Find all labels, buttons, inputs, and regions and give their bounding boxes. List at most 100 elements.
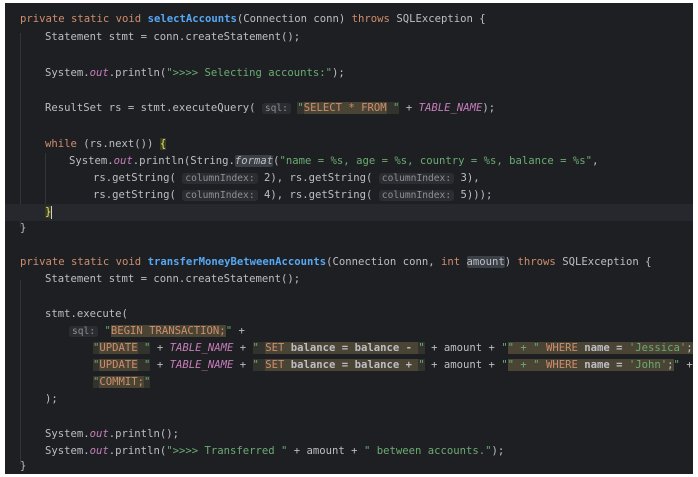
- sql-condition: name =: [577, 342, 629, 354]
- operator: + amount +: [424, 359, 502, 371]
- code-line-8[interactable]: while (rs.next()) {: [5, 136, 693, 153]
- code-text: .println(: [108, 67, 167, 79]
- string-quote: ": [252, 342, 266, 354]
- code-line-9[interactable]: System.out.println(String.format("name =…: [5, 153, 693, 170]
- code-line-1[interactable]: private static void selectAccounts(Conne…: [5, 11, 693, 28]
- string-quote: ": [501, 342, 508, 354]
- keyword: throws: [351, 13, 390, 25]
- code-line-12[interactable]: }: [5, 204, 693, 221]
- sql-set-clause: balance = balance +: [284, 359, 419, 371]
- param-hint: columnIndex:: [182, 190, 258, 201]
- code-line-22[interactable]: "COMMIT;": [5, 374, 693, 391]
- operator: +: [150, 359, 170, 371]
- code-line-10[interactable]: rs.getString( columnIndex: 2), rs.getStr…: [5, 170, 693, 187]
- operator: +: [233, 359, 253, 371]
- sql-string: 'John': [628, 359, 668, 371]
- static-field: out: [89, 67, 109, 79]
- string-quote: ": [137, 359, 151, 371]
- string-literal: " between accounts.": [363, 445, 492, 457]
- string-quote: ": [144, 376, 151, 388]
- string-concat: " + ": [507, 342, 540, 354]
- code-text: System.: [69, 155, 114, 167]
- keyword: throws: [517, 256, 556, 268]
- matching-brace: {: [159, 138, 167, 150]
- static-field: out: [89, 428, 109, 440]
- string-quote: ": [98, 325, 111, 337]
- keyword: int: [440, 256, 461, 268]
- code-text: 4), rs.getString(: [257, 189, 379, 201]
- code-line-25[interactable]: System.out.println();: [5, 426, 693, 443]
- method-args: (Connection conn,: [326, 256, 441, 268]
- sql-keyword: SET: [265, 359, 285, 371]
- code-line-13[interactable]: }: [5, 220, 693, 237]
- sql-keyword: WHERE: [545, 359, 578, 371]
- operator: +: [399, 102, 419, 114]
- sql-keyword: WHERE: [545, 342, 578, 354]
- string-literal: "name = %s, age = %s, country = %s, bala…: [279, 155, 593, 167]
- code-line-27[interactable]: }: [5, 458, 693, 474]
- method-name: transferMoneyBetweenAccounts: [147, 256, 327, 268]
- sql-keyword: UPDATE: [99, 359, 138, 371]
- code-line-4[interactable]: System.out.println(">>>> Selecting accou…: [5, 65, 693, 82]
- param-hint: columnIndex:: [182, 173, 258, 184]
- space: [539, 342, 546, 354]
- code-line-21[interactable]: "UPDATE " + TABLE_NAME + " SET balance =…: [5, 357, 693, 374]
- string-quote: ": [297, 102, 304, 114]
- param-hint: sql:: [261, 103, 291, 114]
- operator: +: [150, 342, 170, 354]
- method-name: selectAccounts: [147, 13, 237, 25]
- code-text: rs.getString(: [93, 189, 183, 201]
- code-text: );: [45, 393, 58, 405]
- code-text: ,: [592, 155, 599, 167]
- string-literal: ">>>> Transferred ": [166, 445, 288, 457]
- sql-keyword: SET: [265, 342, 285, 354]
- code-text: System.: [45, 67, 90, 79]
- code-line-20[interactable]: "UPDATE " + TABLE_NAME + " SET balance =…: [5, 340, 693, 357]
- keyword: private static void: [20, 256, 148, 268]
- code-line-18[interactable]: stmt.execute(: [5, 306, 693, 323]
- sql-condition: name =: [577, 359, 629, 371]
- constant: TABLE_NAME: [169, 342, 234, 354]
- code-text: .println(: [108, 445, 167, 457]
- code-text: );: [482, 102, 496, 114]
- param-hint: sql:: [69, 326, 99, 337]
- code-line-11[interactable]: rs.getString( columnIndex: 4), rs.getStr…: [5, 187, 693, 204]
- method-args: (Connection conn): [236, 13, 352, 25]
- code-line-23[interactable]: );: [5, 391, 693, 408]
- keyword: private static void: [20, 13, 148, 25]
- string-concat: " + ": [507, 359, 540, 371]
- text-cursor: [51, 205, 53, 219]
- code-text: Statement stmt = conn.createStatement();: [45, 31, 301, 43]
- code-text: rs.getString(: [93, 172, 183, 184]
- parameter-amount: amount: [466, 256, 505, 268]
- sql-set-clause: balance = balance -: [284, 342, 419, 354]
- static-field: out: [113, 155, 133, 167]
- code-text: ResultSet rs = stmt.executeQuery(: [45, 102, 262, 114]
- static-field: out: [89, 445, 109, 457]
- code-text: Statement stmt = conn.createStatement();: [45, 273, 301, 285]
- code-text: System.: [45, 428, 90, 440]
- constant: TABLE_NAME: [418, 102, 483, 114]
- closing-brace: }: [20, 222, 27, 234]
- static-method: format: [234, 155, 274, 167]
- exception-type: SQLException {: [555, 256, 652, 268]
- string-quote: ": [252, 359, 266, 371]
- code-line-15[interactable]: private static void transferMoneyBetween…: [5, 254, 693, 271]
- code-text: (rs.next()): [76, 138, 160, 150]
- closing-brace: }: [20, 460, 27, 472]
- code-text: System.: [45, 445, 90, 457]
- code-line-16[interactable]: Statement stmt = conn.createStatement();: [5, 271, 693, 288]
- code-line-6[interactable]: ResultSet rs = stmt.executeQuery( sql: "…: [5, 100, 693, 117]
- code-text: );: [491, 445, 505, 457]
- param-hint: columnIndex:: [378, 173, 455, 184]
- code-text: .println();: [108, 428, 179, 440]
- code-line-19[interactable]: sql: "BEGIN TRANSACTION;" +: [5, 323, 693, 340]
- constant: TABLE_NAME: [169, 359, 234, 371]
- code-text: .println(String.: [132, 155, 235, 167]
- code-editor[interactable]: private static void selectAccounts(Conne…: [5, 3, 693, 474]
- sql-keyword: UPDATE: [99, 342, 138, 354]
- code-text: + amount +: [287, 445, 364, 457]
- code-text: 2), rs.getString(: [257, 172, 379, 184]
- code-line-2[interactable]: Statement stmt = conn.createStatement();: [5, 29, 693, 46]
